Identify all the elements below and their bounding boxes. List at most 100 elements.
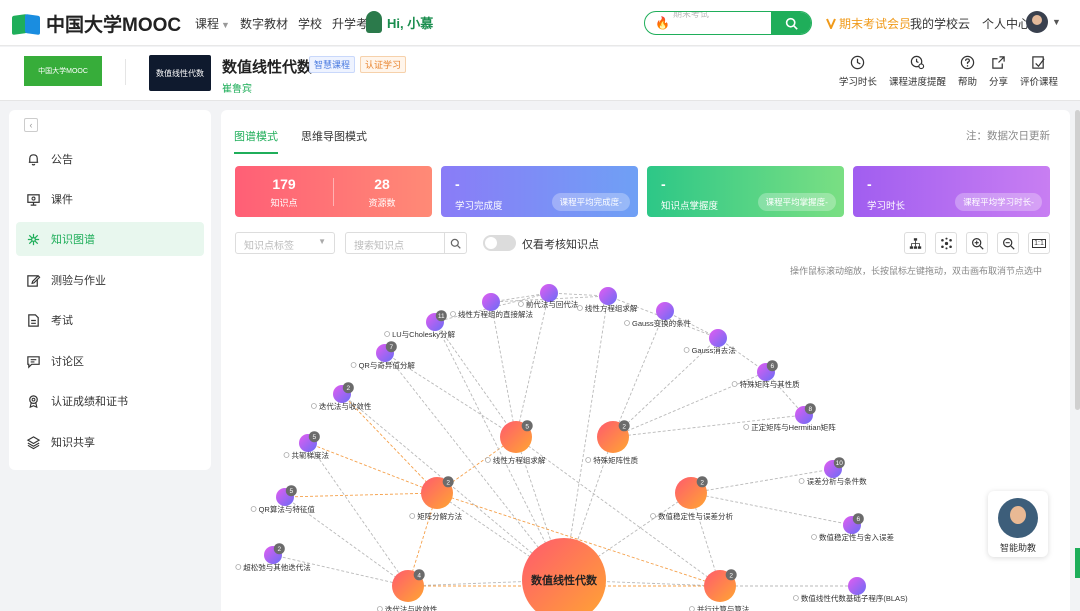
graph-node[interactable]: 5 QR算法与特征值 — [250, 485, 315, 514]
graph-node[interactable]: 2 并行计算与算法 — [689, 569, 750, 611]
graph-node-circle[interactable] — [709, 329, 727, 347]
sidebar-item-courseware[interactable]: 课件 — [16, 182, 204, 216]
tab-mindmap-mode[interactable]: 思维导图模式 — [301, 128, 367, 154]
share-button[interactable]: 分享 — [989, 55, 1008, 88]
sidebar-item-quiz-homework[interactable]: 测验与作业 — [16, 263, 204, 297]
graph-node[interactable]: 线性方程组求解 — [576, 287, 638, 313]
knowledge-point-count: 179 — [272, 176, 296, 192]
sidebar-item-knowledge-graph[interactable]: 知识图谱 — [16, 222, 204, 256]
graph-node-badge-count: 2 — [277, 546, 281, 553]
graph-node-badge-count: 5 — [289, 488, 293, 495]
side-tab[interactable] — [1075, 548, 1080, 578]
nav-courses[interactable]: 课程 ▼ — [195, 15, 230, 32]
help-button[interactable]: 帮助 — [958, 55, 977, 88]
graph-node-status-icon — [624, 320, 630, 326]
school-logo[interactable]: 中国大学MOOC — [24, 56, 102, 86]
force-layout-button[interactable] — [935, 232, 957, 254]
graph-node-badge-count: 6 — [770, 363, 774, 370]
graph-node-status-icon — [311, 403, 317, 409]
sidebar-item-exam[interactable]: 考试 — [16, 303, 204, 337]
rate-course-button[interactable]: 评价课程 — [1020, 55, 1058, 88]
graph-node-status-icon — [683, 347, 690, 353]
graph-node-label: 共轭梯度法 — [292, 450, 330, 460]
graph-node[interactable]: 5 共轭梯度法 — [283, 431, 330, 460]
tree-layout-button[interactable] — [904, 232, 926, 254]
graph-icon — [27, 233, 40, 245]
graph-node-label: QR与奇异值分解 — [359, 360, 416, 370]
vip-icon — [826, 18, 836, 29]
assessed-only-toggle[interactable] — [483, 235, 516, 251]
study-time-button[interactable]: 学习时长 — [839, 55, 877, 88]
clock-icon — [851, 55, 865, 70]
graph-node[interactable]: 6 数值稳定性与舍入误差 — [811, 513, 895, 542]
graph-node-badge-count: 11 — [438, 313, 445, 320]
ai-assistant-button[interactable]: 智能助教 — [988, 491, 1048, 557]
graph-node[interactable]: 4 迭代法与收敛性 — [377, 569, 438, 611]
graph-node-status-icon — [409, 513, 416, 519]
graph-edge — [434, 321, 517, 438]
graph-node-badge-count: 4 — [417, 572, 421, 579]
sidebar-item-announcement[interactable]: 公告 — [16, 142, 204, 176]
graph-node[interactable]: 2 超松弛与其他迭代法 — [235, 543, 311, 572]
my-school-cloud-link[interactable]: 我的学校云 — [910, 15, 970, 32]
graph-node[interactable]: 6 特殊矩阵与其性质 — [731, 360, 800, 389]
sidebar-item-knowledge-share[interactable]: 知识共享 — [16, 425, 204, 459]
graph-node-status-icon — [235, 564, 242, 570]
sidebar-item-label: 考试 — [51, 315, 73, 327]
progress-reminder-button[interactable]: 课程进度提醒 — [889, 55, 946, 88]
completion-card: - 学习完成度 课程平均完成度- — [441, 166, 638, 217]
mooc-logo[interactable]: 中国大学MOOC — [12, 10, 181, 37]
force-layout-icon — [940, 237, 952, 249]
teacher-name[interactable]: 崔鲁宾 — [222, 80, 252, 95]
zoom-out-button[interactable] — [997, 232, 1019, 254]
search-button[interactable] — [771, 12, 811, 34]
top-search[interactable]: 🔥 期末考试 — [644, 11, 812, 35]
search-icon — [785, 17, 798, 30]
graph-node[interactable]: 2 矩阵分解方法 — [409, 476, 463, 521]
reset-zoom-button[interactable]: 1:1 — [1028, 232, 1050, 254]
graph-node-status-icon — [798, 478, 805, 484]
course-thumbnail[interactable]: 数值线性代数 — [149, 55, 211, 91]
help-label: 帮助 — [957, 77, 977, 88]
page-scrollbar[interactable] — [1075, 110, 1080, 410]
knowledge-search-input[interactable]: 搜索知识点 — [345, 232, 467, 254]
zoom-in-button[interactable] — [966, 232, 988, 254]
vip-link[interactable]: 期末考试会员 — [826, 15, 911, 32]
edit-icon — [27, 274, 41, 287]
chevron-down-icon[interactable]: ▼ — [1052, 17, 1061, 27]
nav-digital-textbook[interactable]: 数字教材 — [240, 15, 288, 32]
graph-node-status-icon — [384, 331, 391, 337]
graph-node[interactable]: 7 QR与奇异值分解 — [350, 341, 416, 370]
collapse-sidebar-button[interactable]: ‹ — [24, 118, 38, 132]
graph-node-badge-count: 7 — [389, 344, 393, 351]
tag-select[interactable]: 知识点标签 ▼ — [235, 232, 335, 254]
tab-graph-mode[interactable]: 图谱模式 — [234, 128, 278, 154]
graph-node-circle[interactable] — [656, 302, 674, 320]
graph-node-circle[interactable] — [848, 577, 866, 595]
graph-node-circle[interactable] — [599, 287, 617, 305]
sidebar-item-label: 讨论区 — [51, 356, 84, 368]
sidebar-item-discussion[interactable]: 讨论区 — [16, 344, 204, 378]
graph-node[interactable]: 10 误差分析与条件数 — [798, 457, 867, 486]
graph-node[interactable]: 2 迭代法与收敛性 — [311, 382, 372, 411]
graph-node[interactable]: 2 特殊矩阵性质 — [585, 420, 639, 465]
knowledge-search-button[interactable] — [444, 233, 466, 253]
graph-node-circle[interactable] — [482, 293, 500, 311]
graph-node[interactable]: Gauss消去法 — [683, 329, 736, 355]
share-icon — [992, 56, 1005, 69]
mastery-value: - — [661, 176, 666, 192]
sidebar-item-certificate[interactable]: 认证成绩和证书 — [16, 384, 204, 418]
greeting[interactable]: Hi, 小慕 — [366, 11, 433, 33]
graph-node[interactable]: 8 正定矩阵与Hermitian矩阵 — [743, 403, 837, 432]
assessed-only-label: 仅看考核知识点 — [522, 239, 599, 251]
personal-center-link[interactable]: 个人中心 — [982, 15, 1030, 32]
graph-node[interactable]: 5 线性方程组求解 — [484, 420, 546, 465]
graph-node[interactable]: 11 LU与Cholesky分解 — [384, 310, 456, 339]
graph-node[interactable]: 数值线性代数基础子程序(BLAS) — [793, 577, 908, 603]
knowledge-graph-canvas[interactable]: 数值线性代数 前代法与回代法 线性方程组的直接解法 线性方程组求解 11 LU与Chole… — [221, 275, 1070, 611]
graph-node-status-icon — [585, 457, 592, 463]
user-avatar[interactable] — [1026, 11, 1048, 33]
knowledge-graph-svg[interactable]: 数值线性代数前代法与回代法线性方程组的直接解法线性方程组求解11LU与Chole… — [221, 275, 1070, 611]
nav-schools[interactable]: 学校 — [298, 15, 322, 32]
graph-node-badge-count: 2 — [729, 572, 733, 579]
